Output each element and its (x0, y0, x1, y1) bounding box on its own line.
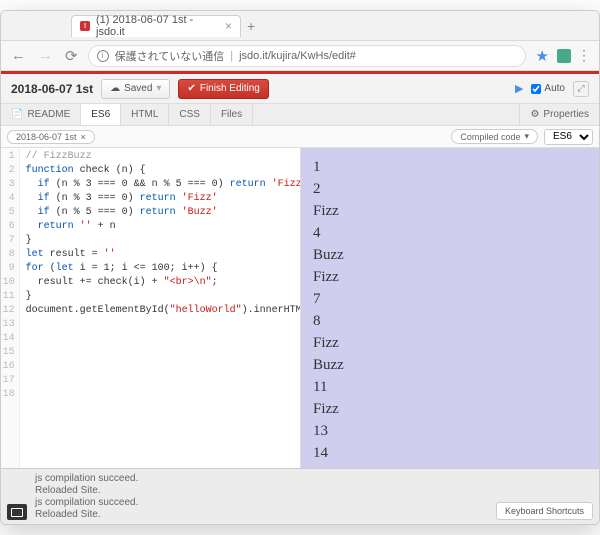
security-label: 保護されていない通信 (115, 48, 225, 64)
editor-subbar: 2018-06-07 1st × Compiled code ▾ ES6 (1, 126, 599, 148)
omnibox[interactable]: i 保護されていない通信 | jsdo.it/kujira/KwHs/edit# (88, 45, 526, 67)
compiled-code-dropdown[interactable]: Compiled code ▾ (451, 129, 538, 144)
tab-files[interactable]: Files (211, 104, 253, 125)
preview-line: 4 (313, 222, 587, 244)
tab-css[interactable]: CSS (169, 104, 211, 125)
browser-tab[interactable]: ! (1) 2018-06-07 1st - jsdo.it × (71, 15, 241, 37)
file-tabs: 📄 README ES6 HTML CSS Files ⚙ Properties (1, 104, 599, 126)
url-text: jsdo.it/kujira/KwHs/edit# (239, 50, 356, 62)
tab-title: (1) 2018-06-07 1st - jsdo.it (96, 14, 215, 38)
preview-line: Buzz (313, 354, 587, 376)
play-button[interactable]: ▶ (515, 82, 523, 95)
auto-label: Auto (544, 83, 565, 94)
code-editor[interactable]: 123456789101112131415161718 // FizzBuzzf… (1, 148, 300, 468)
auto-checkbox[interactable] (531, 84, 541, 94)
keyboard-shortcuts-button[interactable]: Keyboard Shortcuts (496, 502, 593, 520)
site-info-icon[interactable]: i (97, 50, 109, 62)
tab-html[interactable]: HTML (121, 104, 169, 125)
preview-line: Fizz (313, 266, 587, 288)
image-icon[interactable] (7, 504, 27, 520)
address-bar: ← → ⟳ i 保護されていない通信 | jsdo.it/kujira/KwHs… (1, 41, 599, 71)
new-tab-button[interactable]: + (241, 18, 261, 34)
file-icon: 📄 (11, 109, 23, 120)
browser-tabstrip: ! (1) 2018-06-07 1st - jsdo.it × + (1, 11, 599, 41)
breadcrumb[interactable]: 2018-06-07 1st × (7, 130, 95, 144)
preview-line: 8 (313, 310, 587, 332)
extension-icon[interactable] (557, 49, 571, 63)
preview-line: Fizz (313, 200, 587, 222)
preview-line: 11 (313, 376, 587, 398)
cloud-icon: ☁ (110, 83, 120, 94)
console-panel: js compilation succeed. Reloaded Site. j… (1, 468, 599, 524)
check-icon: ✔ (187, 83, 195, 94)
bookmark-icon[interactable]: ★ (534, 47, 551, 65)
tab-readme[interactable]: 📄 README (1, 104, 81, 125)
preview-line: Fizz (313, 332, 587, 354)
preview-line: 1 (313, 156, 587, 178)
finish-label: Finish Editing (200, 83, 260, 94)
auto-toggle[interactable]: Auto (531, 83, 565, 94)
chrome-menu-icon[interactable]: ⋮ (577, 47, 591, 64)
line-gutter: 123456789101112131415161718 (1, 148, 20, 468)
tab-close-icon[interactable]: × (225, 19, 232, 33)
preview-pane: 12Fizz4BuzzFizz78FizzBuzz11Fizz1314FizzB… (300, 148, 599, 468)
preview-output: 12Fizz4BuzzFizz78FizzBuzz11Fizz1314FizzB… (301, 148, 599, 468)
preview-line: 7 (313, 288, 587, 310)
preview-line: 2 (313, 178, 587, 200)
saved-label: Saved (124, 83, 152, 94)
tab-es6[interactable]: ES6 (81, 104, 121, 125)
console-line: js compilation succeed. (35, 473, 591, 485)
main-split: 123456789101112131415161718 // FizzBuzzf… (1, 148, 599, 468)
properties-button[interactable]: ⚙ Properties (519, 104, 599, 125)
reload-button[interactable]: ⟳ (63, 47, 80, 65)
back-button[interactable]: ← (9, 47, 28, 64)
close-icon[interactable]: × (81, 132, 86, 142)
chevron-down-icon: ▾ (524, 131, 529, 142)
console-line: Reloaded Site. (35, 485, 591, 497)
gear-icon: ⚙ (530, 109, 539, 120)
app-header: 2018-06-07 1st ☁ Saved ▾ ✔ Finish Editin… (1, 74, 599, 104)
preview-line: Fizz (313, 398, 587, 420)
preview-line: 14 (313, 442, 587, 464)
preview-line: Buzz (313, 244, 587, 266)
project-title: 2018-06-07 1st (11, 82, 93, 96)
saved-button[interactable]: ☁ Saved ▾ (101, 79, 170, 99)
preview-line: 13 (313, 420, 587, 442)
favicon-icon: ! (80, 21, 90, 31)
language-select[interactable]: ES6 (544, 129, 593, 145)
browser-window: ! (1) 2018-06-07 1st - jsdo.it × + ← → ⟳… (0, 10, 600, 525)
forward-button: → (36, 47, 55, 64)
finish-editing-button[interactable]: ✔ Finish Editing (178, 79, 268, 99)
code-content[interactable]: // FizzBuzzfunction check (n) { if (n % … (20, 148, 300, 468)
expand-button[interactable]: ⤢ (573, 81, 589, 97)
